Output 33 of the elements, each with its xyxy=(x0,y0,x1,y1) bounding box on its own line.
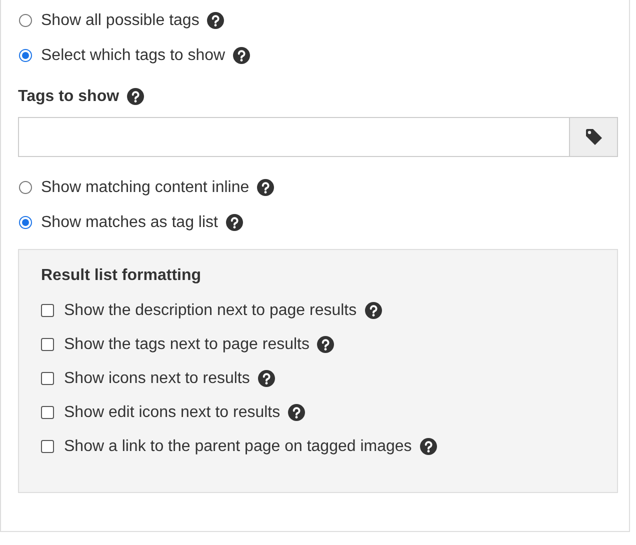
checkbox[interactable] xyxy=(41,304,54,317)
checkbox[interactable] xyxy=(41,440,54,453)
help-icon[interactable] xyxy=(207,12,224,29)
help-icon[interactable] xyxy=(257,179,274,196)
help-icon[interactable] xyxy=(226,214,243,231)
checkbox[interactable] xyxy=(41,406,54,419)
help-icon[interactable] xyxy=(258,370,275,387)
option-label: Show icons next to results xyxy=(64,370,250,388)
option-label: Show the tags next to page results xyxy=(64,336,310,354)
radio-button[interactable] xyxy=(19,181,32,194)
field-label: Tags to show xyxy=(18,88,120,106)
help-icon[interactable] xyxy=(317,336,334,353)
help-icon[interactable] xyxy=(127,88,144,105)
option-label: Show matching content inline xyxy=(41,178,250,196)
tags-input-field[interactable] xyxy=(18,117,569,157)
option-label: Show all possible tags xyxy=(41,12,200,30)
checkbox[interactable] xyxy=(41,372,54,385)
tag-icon xyxy=(584,127,604,147)
radio-button[interactable] xyxy=(19,49,32,62)
help-icon[interactable] xyxy=(420,438,437,455)
option-label: Select which tags to show xyxy=(41,46,226,64)
panel-heading: Result list formatting xyxy=(41,267,202,286)
tag-button[interactable] xyxy=(569,117,618,157)
option-label: Show the description next to page results xyxy=(64,302,357,320)
option-label: Show edit icons next to results xyxy=(64,404,280,422)
help-icon[interactable] xyxy=(364,302,382,319)
help-icon[interactable] xyxy=(288,404,306,421)
option-label: Show matches as tag list xyxy=(41,214,218,232)
help-icon[interactable] xyxy=(233,47,250,64)
radio-button[interactable] xyxy=(19,14,32,27)
checkbox[interactable] xyxy=(41,338,54,351)
option-label: Show a link to the parent page on tagged images xyxy=(64,438,412,456)
radio-button[interactable] xyxy=(19,216,32,229)
